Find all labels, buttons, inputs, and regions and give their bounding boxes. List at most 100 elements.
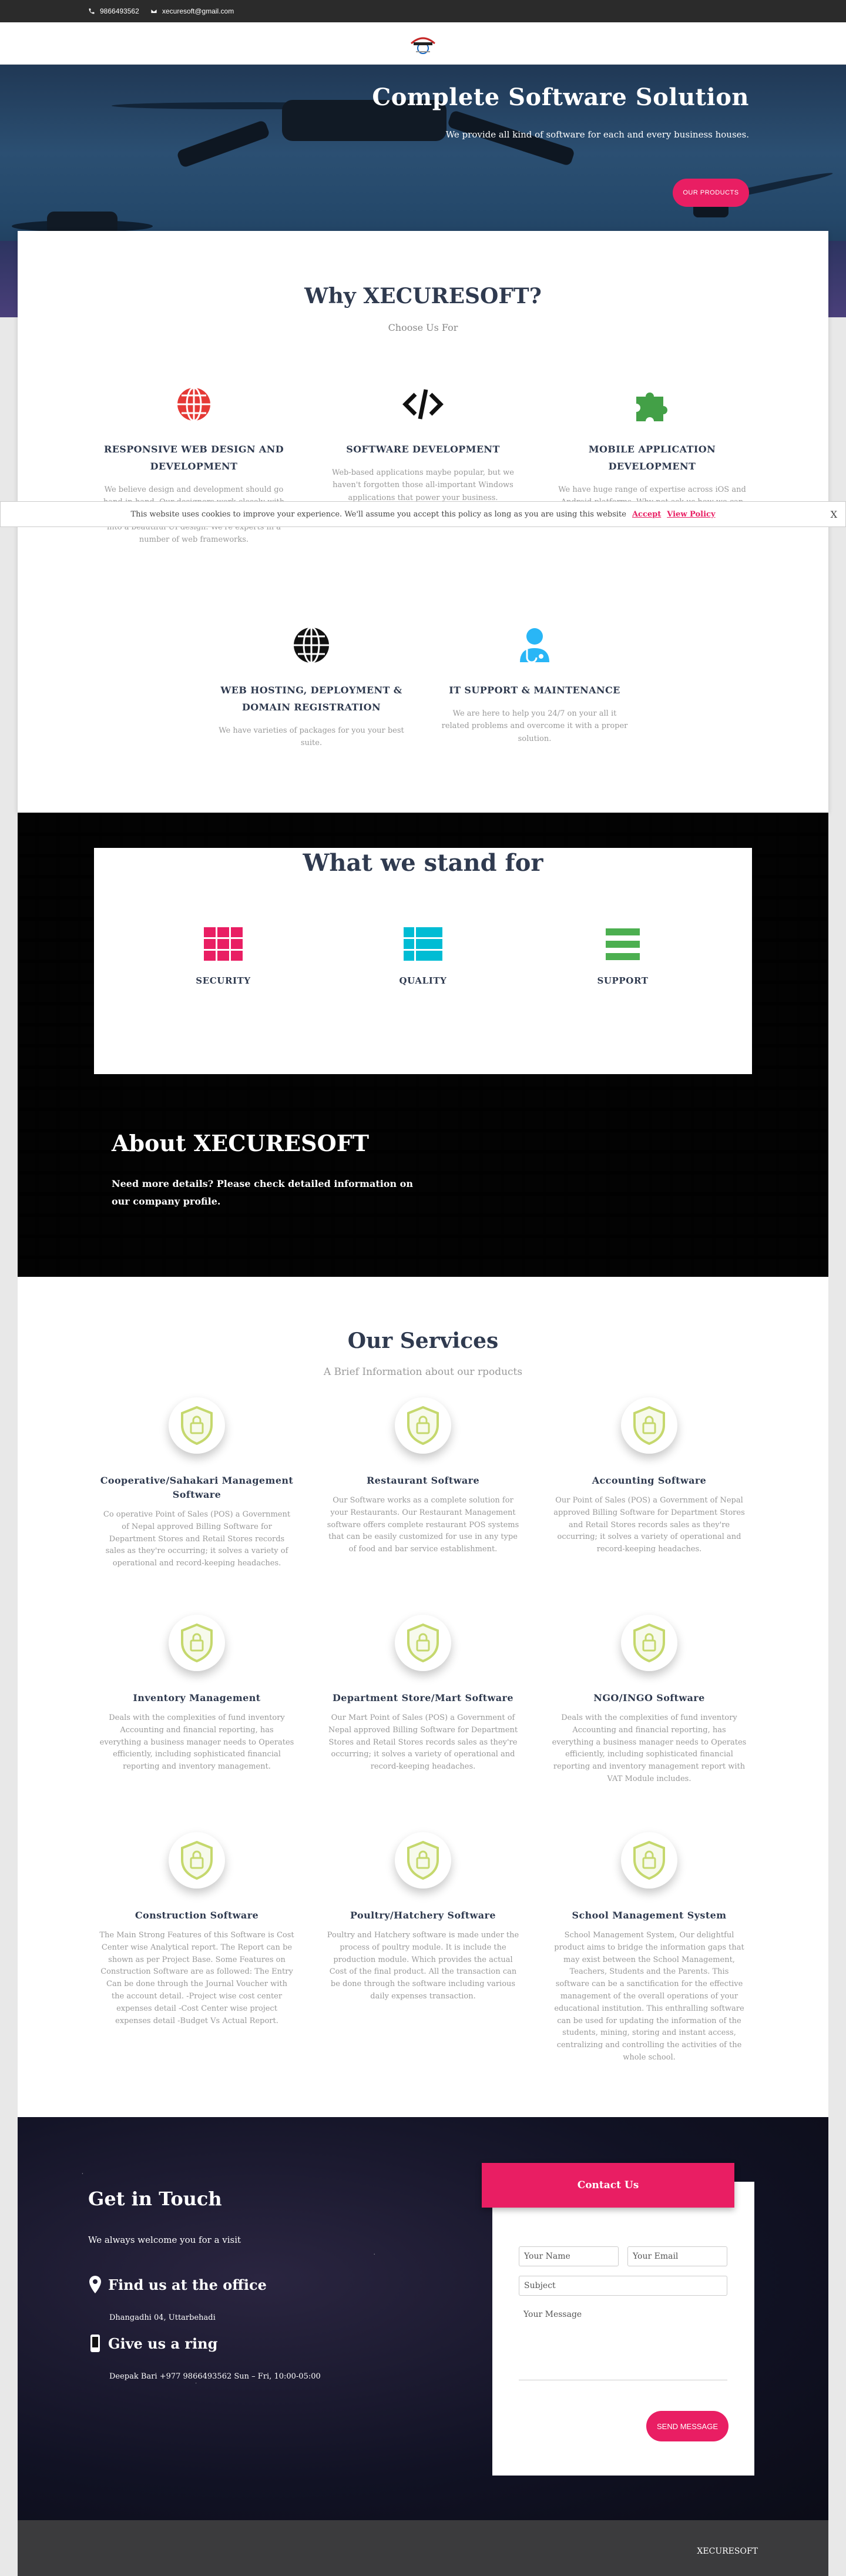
cookie-text: This website uses cookies to improve you… bbox=[130, 509, 626, 519]
service-text: Co operative Point of Sales (POS) a Gove… bbox=[103, 1510, 291, 1568]
services-subtitle: A Brief Information about our rpoducts bbox=[323, 1366, 523, 1378]
service-card[interactable]: School Management System School Manageme… bbox=[543, 1832, 755, 2064]
site-logo[interactable] bbox=[405, 31, 441, 56]
feature-title: RESPONSIVE WEB DESIGN AND DEVELOPMENT bbox=[104, 444, 284, 472]
envelope-icon bbox=[150, 9, 157, 14]
stand-label: QUALITY bbox=[399, 975, 447, 986]
email-field[interactable]: Your Email bbox=[627, 2246, 727, 2266]
contact-form-header: Contact Us bbox=[482, 2163, 734, 2208]
globe-red-icon bbox=[177, 387, 210, 422]
feature-title: IT SUPPORT & MAINTENANCE bbox=[449, 685, 620, 696]
shield-lock-badge bbox=[169, 1832, 225, 1889]
services-title: Our Services bbox=[347, 1329, 499, 1353]
contact-welcome: We always welcome you for a visit bbox=[88, 2235, 241, 2245]
stand-support: SUPPORT bbox=[546, 927, 699, 986]
phone-icon bbox=[89, 8, 95, 14]
service-title: Accounting Software bbox=[592, 1475, 707, 1486]
office-address: Dhangadhi 04, Uttarbehadi bbox=[109, 2313, 216, 2322]
message-field[interactable]: Your Message bbox=[519, 2305, 727, 2380]
office-heading: Find us at the office bbox=[88, 2276, 267, 2293]
list-icon bbox=[404, 927, 442, 961]
about-title: About XECURESOFT bbox=[112, 1130, 369, 1156]
service-title: Poultry/Hatchery Software bbox=[350, 1910, 496, 1921]
service-card[interactable]: Department Store/Mart Software Our Mart … bbox=[317, 1615, 529, 1773]
service-text: School Management System, Our delightful… bbox=[554, 1931, 744, 2062]
service-text: Our Point of Sales (POS) a Government of… bbox=[553, 1496, 745, 1554]
ring-details: Deepak Bari +977 9866493562 Sun – Fri, 1… bbox=[109, 2372, 321, 2381]
globe-black-icon bbox=[294, 626, 329, 664]
shield-lock-badge bbox=[395, 1832, 451, 1889]
phone-number: 9866493562 bbox=[100, 7, 139, 15]
feature-title: MOBILE APPLICATION DEVELOPMENT bbox=[588, 444, 716, 472]
cookie-policy-link[interactable]: View Policy bbox=[667, 510, 715, 519]
bars-icon bbox=[606, 928, 640, 960]
service-title: Department Store/Mart Software bbox=[333, 1692, 513, 1703]
hero-subtitle: We provide all kind of software for each… bbox=[445, 129, 749, 140]
subject-field[interactable]: Subject bbox=[519, 2276, 727, 2296]
services-section: Our Services A Brief Information about o… bbox=[18, 1277, 828, 2117]
our-products-button[interactable]: OUR PRODUCTS bbox=[673, 179, 749, 207]
service-card[interactable]: Accounting Software Our Point of Sales (… bbox=[543, 1397, 755, 1556]
shield-lock-badge bbox=[395, 1397, 451, 1454]
service-card[interactable]: Poultry/Hatchery Software Poultry and Ha… bbox=[317, 1832, 529, 2003]
ring-title: Give us a ring bbox=[108, 2334, 218, 2352]
email-contact[interactable]: xecuresoft@gmail.com bbox=[150, 7, 234, 15]
stand-quality: QUALITY bbox=[347, 927, 499, 986]
why-title: Why XECURESOFT? bbox=[304, 284, 542, 308]
service-title: School Management System bbox=[572, 1910, 727, 1921]
service-text: Our Mart Point of Sales (POS) a Governme… bbox=[328, 1713, 518, 1772]
office-title: Find us at the office bbox=[108, 2276, 267, 2293]
service-text: Deals with the complexities of fund inve… bbox=[552, 1713, 747, 1783]
feature-software-dev: SOFTWARE DEVELOPMENT Web-based applicati… bbox=[329, 384, 517, 504]
cookie-bar: This website uses cookies to improve you… bbox=[0, 501, 846, 527]
name-field[interactable]: Your Name bbox=[519, 2246, 619, 2266]
site-footer: XECURESOFT bbox=[18, 2520, 828, 2576]
shield-lock-badge bbox=[169, 1615, 225, 1671]
code-icon bbox=[402, 389, 444, 420]
feature-title: WEB HOSTING, DEPLOYMENT & DOMAIN REGISTR… bbox=[220, 685, 402, 713]
cookie-accept-link[interactable]: Accept bbox=[632, 510, 661, 519]
service-card[interactable]: Construction Software The Main Strong Fe… bbox=[91, 1832, 303, 2027]
service-card[interactable]: Restaurant Software Our Software works a… bbox=[317, 1397, 529, 1556]
shield-lock-icon bbox=[407, 1406, 439, 1445]
stand-security: SECURITY bbox=[147, 927, 300, 986]
shield-lock-icon bbox=[407, 1623, 439, 1663]
ring-heading: Give us a ring bbox=[88, 2334, 217, 2352]
phone-contact[interactable]: 9866493562 bbox=[88, 7, 139, 15]
feature-it-support: IT SUPPORT & MAINTENANCE We are here to … bbox=[441, 625, 629, 745]
service-title: Inventory Management bbox=[133, 1692, 261, 1703]
stand-label: SUPPORT bbox=[597, 975, 649, 986]
why-subtitle: Choose Us For bbox=[388, 322, 458, 333]
feature-text: We are here to help you 24/7 on your all… bbox=[441, 709, 628, 743]
footer-brand: XECURESOFT bbox=[697, 2547, 758, 2556]
service-title: NGO/INGO Software bbox=[593, 1692, 705, 1703]
puzzle-icon bbox=[636, 393, 667, 421]
service-text: Our Software works as a complete solutio… bbox=[327, 1496, 519, 1554]
shield-lock-badge bbox=[621, 1397, 677, 1454]
email-address: xecuresoft@gmail.com bbox=[162, 7, 234, 15]
stand-for-section: What we stand for SECURITY QUALITY SUPPO… bbox=[18, 813, 828, 1277]
contact-section: Get in Touch We always welcome you for a… bbox=[18, 2117, 828, 2520]
shield-lock-icon bbox=[407, 1840, 439, 1880]
shield-lock-icon bbox=[181, 1406, 213, 1445]
mobile-phone-icon bbox=[90, 2334, 100, 2352]
service-title: Restaurant Software bbox=[366, 1475, 480, 1486]
grid-icon bbox=[204, 927, 243, 961]
feature-hosting: WEB HOSTING, DEPLOYMENT & DOMAIN REGISTR… bbox=[217, 625, 405, 749]
service-card[interactable]: NGO/INGO Software Deals with the complex… bbox=[543, 1615, 755, 1786]
cookie-close-button[interactable]: X bbox=[831, 509, 837, 520]
shield-lock-badge bbox=[169, 1397, 225, 1454]
service-text: Deals with the complexities of fund inve… bbox=[99, 1713, 294, 1772]
shield-lock-badge bbox=[621, 1832, 677, 1889]
service-text: Poultry and Hatchery software is made un… bbox=[327, 1931, 519, 2001]
contact-title: Get in Touch bbox=[88, 2188, 222, 2210]
shield-lock-icon bbox=[181, 1840, 213, 1880]
stand-for-box: What we stand for SECURITY QUALITY SUPPO… bbox=[94, 848, 752, 1074]
top-bar: 9866493562 xecuresoft@gmail.com bbox=[0, 0, 846, 22]
send-message-button[interactable]: SEND MESSAGE bbox=[646, 2411, 728, 2441]
service-card[interactable]: Cooperative/Sahakari Management Software… bbox=[91, 1397, 303, 1570]
service-title: Construction Software bbox=[135, 1910, 259, 1921]
about-text[interactable]: Need more details? Please check detailed… bbox=[112, 1175, 423, 1211]
contact-form: Contact Us Your Name Your Email Subject … bbox=[482, 2163, 754, 2476]
service-card[interactable]: Inventory Management Deals with the comp… bbox=[91, 1615, 303, 1773]
